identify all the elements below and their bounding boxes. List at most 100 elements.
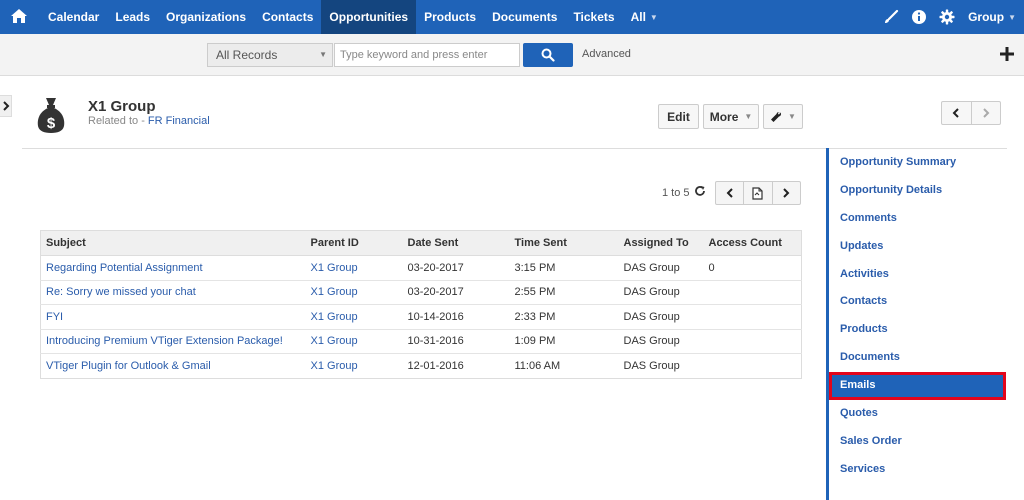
email-subject[interactable]: VTiger Plugin for Outlook & Gmail — [41, 354, 306, 379]
time-sent: 3:15 PM — [509, 255, 619, 281]
access-count: 0 — [703, 255, 802, 281]
advanced-search-link[interactable]: Advanced — [582, 48, 631, 60]
parent-id-link[interactable]: X1 Group — [306, 354, 403, 379]
chevron-right-icon — [783, 188, 790, 198]
sidebar-item-activities[interactable]: Activities — [829, 261, 1024, 289]
sidebar-item-quotes[interactable]: Quotes — [829, 400, 1024, 428]
plus-icon — [1000, 47, 1014, 61]
sidebar-item-documents[interactable]: Documents — [829, 344, 1024, 372]
column-header-time-sent[interactable]: Time Sent — [509, 230, 619, 256]
column-header-date-sent[interactable]: Date Sent — [402, 230, 510, 256]
assigned-to: DAS Group — [618, 329, 704, 354]
next-page-button[interactable] — [773, 182, 800, 204]
search-bar: All Records ▼ Advanced — [0, 34, 1024, 76]
email-subject[interactable]: Regarding Potential Assignment — [40, 255, 306, 281]
top-navigation-bar: Calendar Leads Organizations Contacts Op… — [0, 0, 1024, 34]
assigned-to: DAS Group — [618, 280, 704, 305]
table-row[interactable]: Re: Sorry we missed your chat X1 Group 0… — [40, 280, 802, 305]
access-count — [703, 304, 802, 330]
email-subject[interactable]: Re: Sorry we missed your chat — [40, 280, 306, 305]
search-input[interactable] — [334, 43, 520, 67]
record-navigation — [941, 101, 1001, 125]
sidebar-item-comments[interactable]: Comments — [829, 205, 1024, 233]
more-label: More — [709, 109, 739, 124]
nav-item-organizations[interactable]: Organizations — [158, 0, 254, 34]
add-button[interactable] — [996, 43, 1018, 65]
search-icon — [541, 48, 555, 62]
time-sent: 2:55 PM — [509, 280, 619, 305]
parent-id-link[interactable]: X1 Group — [305, 329, 403, 354]
svg-text:$: $ — [47, 115, 56, 132]
chevron-down-icon: ▼ — [319, 50, 327, 59]
sidebar-item-contacts[interactable]: Contacts — [829, 288, 1024, 316]
emails-table: Subject Parent ID Date Sent Time Sent As… — [40, 230, 802, 379]
left-panel-toggle[interactable] — [0, 95, 12, 117]
parent-id-link[interactable]: X1 Group — [305, 255, 403, 281]
money-bag-icon: $ — [36, 96, 66, 134]
sidebar-item-products[interactable]: Products — [829, 316, 1024, 344]
date-sent: 12-01-2016 — [407, 359, 464, 372]
nav-utilities: Group ▼ — [872, 0, 1016, 34]
home-icon[interactable] — [10, 7, 28, 25]
nav-item-documents[interactable]: Documents — [484, 0, 565, 34]
nav-item-contacts[interactable]: Contacts — [254, 0, 321, 34]
parent-id-link[interactable]: X1 Group — [305, 280, 403, 305]
related-to: Related to - FR Financial — [88, 115, 210, 127]
nav-item-tickets[interactable]: Tickets — [565, 0, 622, 34]
sidebar-item-opportunity-summary[interactable]: Opportunity Summary — [829, 149, 1024, 177]
nav-item-opportunities[interactable]: Opportunities — [321, 0, 417, 34]
time-sent: 11:06 AM — [514, 359, 561, 372]
column-header-assigned-to[interactable]: Assigned To — [618, 230, 704, 256]
previous-record-button[interactable] — [942, 102, 972, 124]
chevron-left-icon — [726, 188, 733, 198]
wrench-icon — [771, 111, 782, 122]
related-prefix: Related to - — [88, 115, 148, 127]
table-row[interactable]: FYI X1 Group 10-14-2016 2:33 PM DAS Grou… — [40, 304, 802, 330]
access-count — [703, 329, 802, 354]
date-sent: 03-20-2017 — [402, 255, 510, 281]
nav-item-all[interactable]: All ▼ — [623, 0, 666, 34]
more-button[interactable]: More ▼ — [703, 104, 759, 129]
tools-button[interactable]: ▼ — [763, 104, 803, 129]
email-subject[interactable]: Introducing Premium VTiger Extension Pac… — [40, 329, 306, 354]
email-subject[interactable]: FYI — [40, 304, 306, 330]
chevron-down-icon: ▼ — [788, 112, 796, 121]
chevron-right-icon — [2, 101, 9, 111]
date-sent: 10-14-2016 — [402, 304, 510, 330]
refresh-icon[interactable] — [694, 185, 706, 197]
records-filter-select[interactable]: All Records ▼ — [207, 43, 333, 67]
column-header-parent-id[interactable]: Parent ID — [305, 230, 403, 256]
parent-id-link[interactable]: X1 Group — [305, 304, 403, 330]
time-sent: 2:33 PM — [509, 304, 619, 330]
edit-button[interactable]: Edit — [658, 104, 699, 129]
edit-label: Edit — [667, 109, 690, 124]
nav-item-leads[interactable]: Leads — [107, 0, 158, 34]
column-header-access-count[interactable]: Access Count — [703, 230, 802, 256]
next-record-button[interactable] — [972, 102, 1001, 124]
sidebar-item-updates[interactable]: Updates — [829, 233, 1024, 261]
brush-icon[interactable] — [882, 8, 900, 26]
info-icon[interactable] — [910, 8, 928, 26]
nav-item-products[interactable]: Products — [416, 0, 484, 34]
time-sent: 1:09 PM — [509, 329, 619, 354]
sidebar-item-emails[interactable]: Emails — [829, 372, 1006, 401]
table-row[interactable]: Regarding Potential Assignment X1 Group … — [40, 255, 802, 281]
sidebar-item-sales-order[interactable]: Sales Order — [829, 428, 1024, 456]
table-row[interactable]: VTiger Plugin for Outlook & Gmail X1 Gro… — [41, 354, 802, 379]
nav-item-calendar[interactable]: Calendar — [40, 0, 107, 34]
page-jump-button[interactable] — [744, 182, 773, 204]
date-sent: 10-31-2016 — [402, 329, 510, 354]
access-count — [704, 354, 802, 379]
main-menu: Calendar Leads Organizations Contacts Op… — [40, 0, 666, 34]
sidebar-item-services[interactable]: Services — [829, 456, 1024, 484]
search-button[interactable] — [523, 43, 573, 67]
access-count — [703, 280, 802, 305]
gear-icon[interactable] — [938, 8, 956, 26]
user-menu[interactable]: Group ▼ — [968, 10, 1016, 24]
column-header-subject[interactable]: Subject — [40, 230, 306, 256]
previous-page-button[interactable] — [716, 182, 745, 204]
sidebar-item-opportunity-details[interactable]: Opportunity Details — [829, 177, 1024, 205]
table-header-row: Subject Parent ID Date Sent Time Sent As… — [40, 230, 802, 256]
related-link[interactable]: FR Financial — [148, 115, 210, 127]
table-row[interactable]: Introducing Premium VTiger Extension Pac… — [40, 329, 802, 354]
